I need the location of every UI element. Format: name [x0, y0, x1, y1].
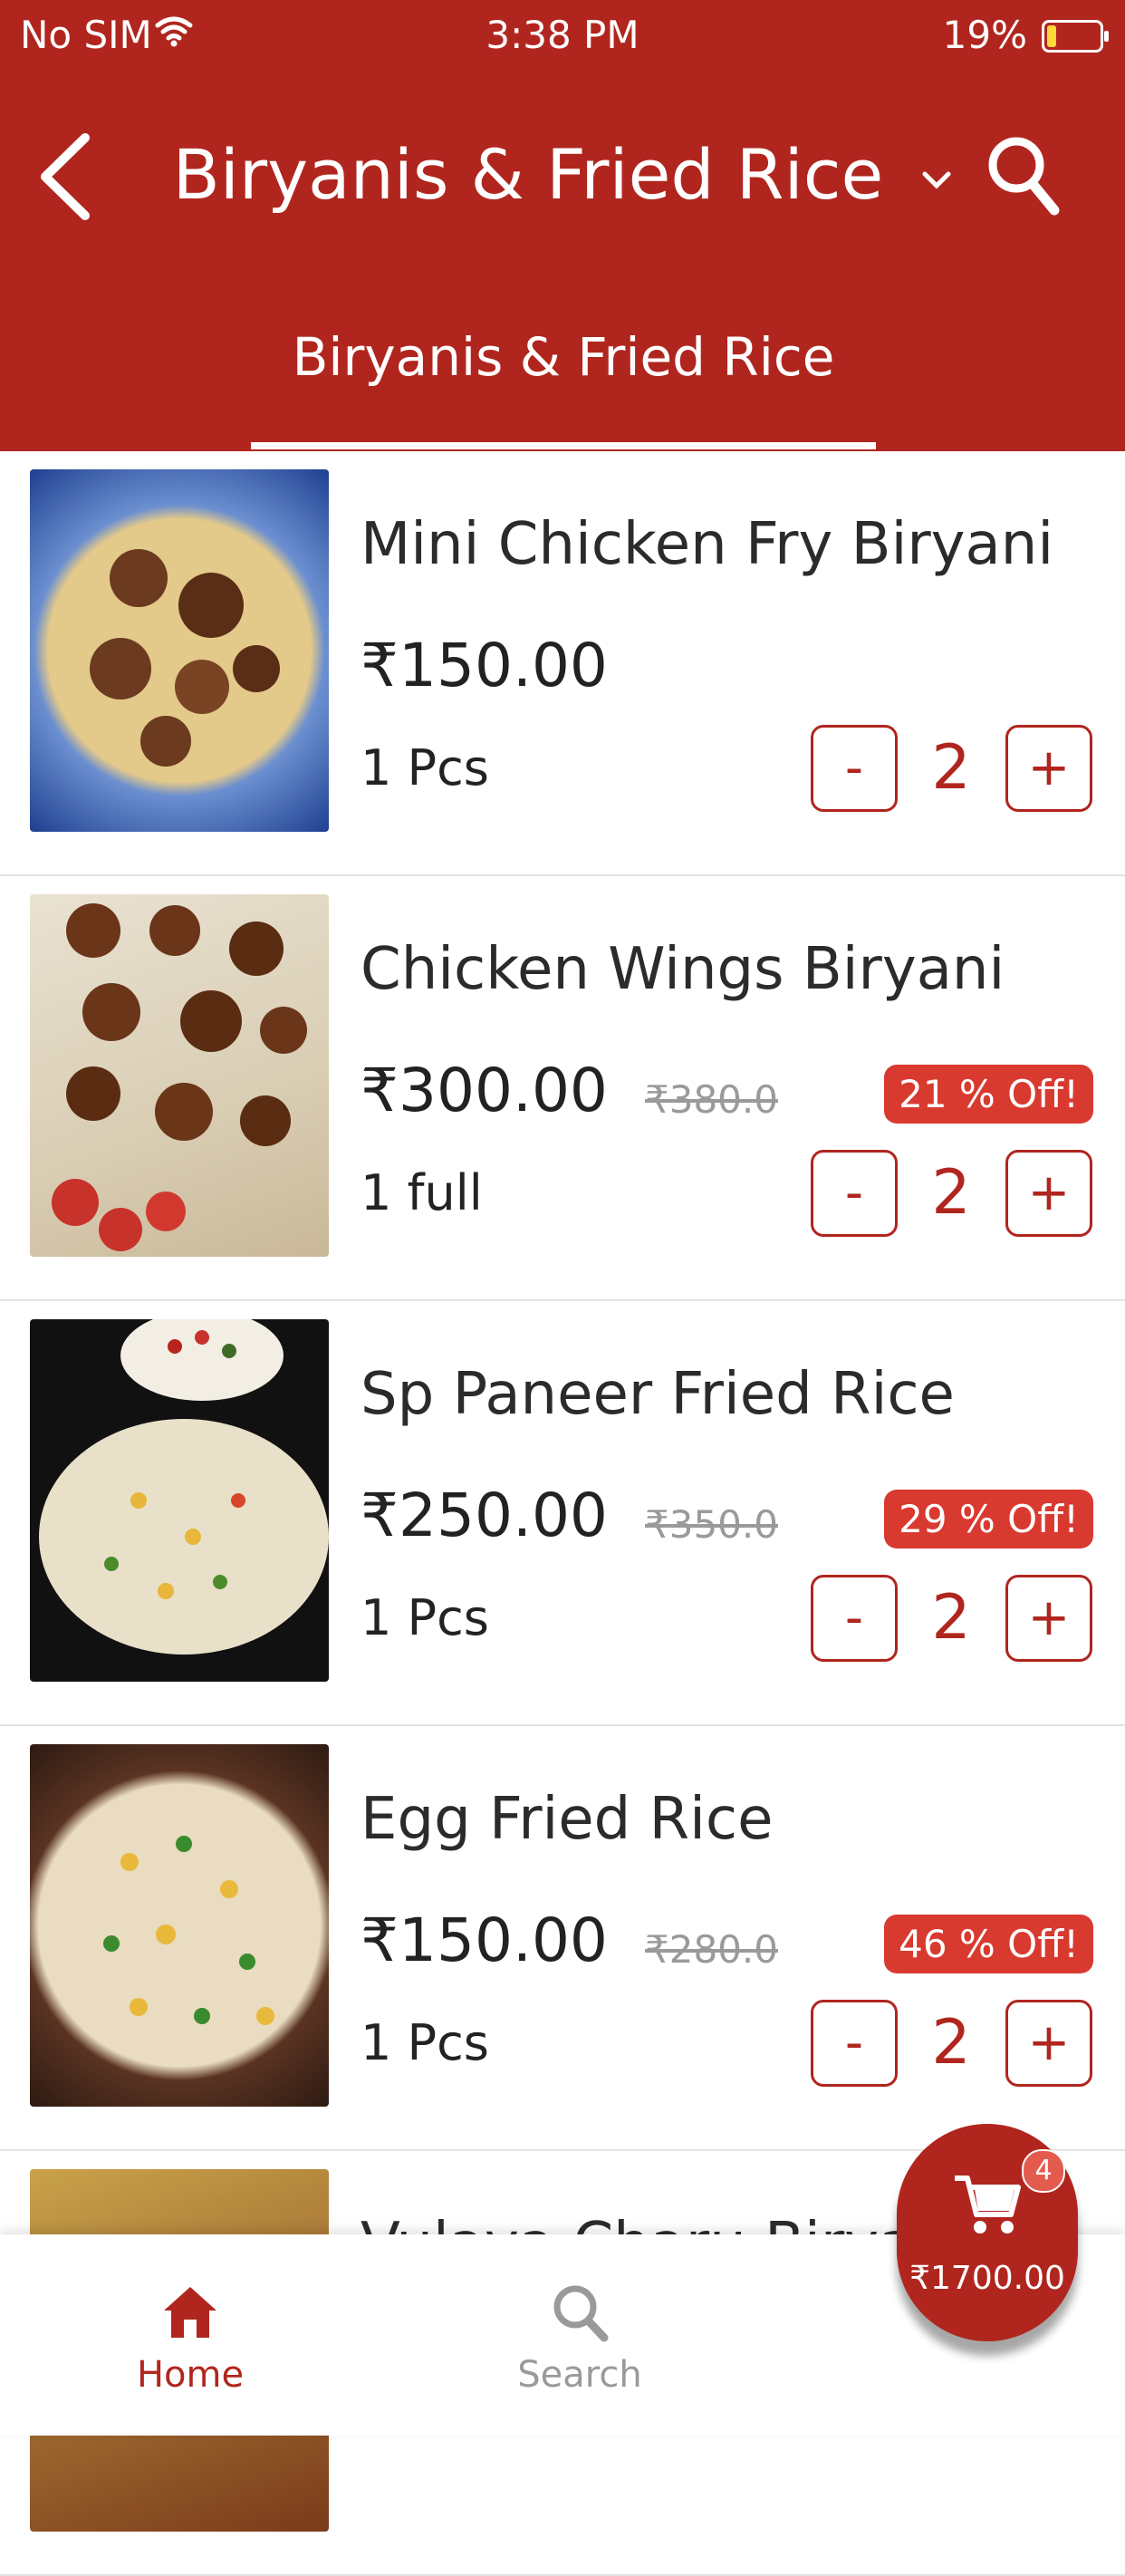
- tab-biryanis-fried-rice[interactable]: Biryanis & Fried Rice: [251, 326, 876, 388]
- battery-icon: [1042, 20, 1109, 53]
- tab-indicator: [251, 442, 876, 449]
- list-item[interactable]: Sp Paneer Fried Rice ₹250.00 ₹350.0 29 %…: [0, 1301, 1125, 1726]
- product-image: [30, 1744, 329, 2107]
- product-price: ₹300.00: [361, 1056, 608, 1125]
- increase-qty-button[interactable]: +: [1005, 1575, 1092, 1662]
- cart-icon: [955, 2176, 1021, 2233]
- original-price: ₹280.0: [645, 1927, 778, 1972]
- battery-percent: 19%: [942, 13, 1027, 57]
- tab-home-label: Home: [136, 2354, 245, 2396]
- list-item[interactable]: Mini Chicken Fry Biryani ₹150.00 1 Pcs -…: [0, 451, 1125, 876]
- product-price: ₹150.00: [361, 1905, 608, 1975]
- discount-badge: 46 % Off!: [884, 1915, 1093, 1973]
- product-image: [30, 469, 329, 832]
- search-icon[interactable]: [984, 130, 1062, 217]
- tab-home[interactable]: Home: [72, 2280, 308, 2396]
- status-bar: No SIM 3:38 PM 19%: [0, 13, 1125, 67]
- list-item[interactable]: Egg Fried Rice ₹150.00 ₹280.0 46 % Off! …: [0, 1726, 1125, 2151]
- decrease-qty-button[interactable]: -: [811, 1150, 898, 1237]
- quantity-value: 2: [931, 1157, 971, 1229]
- original-price: ₹350.0: [645, 1502, 778, 1547]
- chevron-down-icon: [922, 171, 951, 189]
- product-name: Chicken Wings Biryani: [361, 936, 1005, 1003]
- cart-total: ₹1700.00: [909, 2260, 1065, 2297]
- decrease-qty-button[interactable]: -: [811, 725, 898, 812]
- product-name: Sp Paneer Fried Rice: [361, 1361, 955, 1428]
- product-image: [30, 1319, 329, 1682]
- decrease-qty-button[interactable]: -: [811, 2000, 898, 2087]
- quantity-value: 2: [931, 1582, 971, 1654]
- product-unit: 1 Pcs: [361, 1589, 489, 1646]
- increase-qty-button[interactable]: +: [1005, 1150, 1092, 1237]
- cart-button[interactable]: 4 ₹1700.00: [897, 2124, 1078, 2341]
- product-unit: 1 full: [361, 1164, 483, 1221]
- list-item[interactable]: Chicken Wings Biryani ₹300.00 ₹380.0 21 …: [0, 876, 1125, 1301]
- category-dropdown[interactable]: Biryanis & Fried Rice: [0, 134, 1125, 215]
- product-unit: 1 Pcs: [361, 739, 489, 796]
- discount-badge: 21 % Off!: [884, 1065, 1093, 1124]
- increase-qty-button[interactable]: +: [1005, 725, 1092, 812]
- product-unit: 1 Pcs: [361, 2014, 489, 2071]
- increase-qty-button[interactable]: +: [1005, 2000, 1092, 2087]
- product-name: Mini Chicken Fry Biryani: [361, 511, 1054, 578]
- app-header: No SIM 3:38 PM 19% Biryanis & Fried Rice…: [0, 0, 1125, 451]
- product-name: Egg Fried Rice: [361, 1786, 774, 1853]
- product-price: ₹150.00: [361, 631, 608, 700]
- search-icon: [553, 2285, 609, 2342]
- quantity-value: 2: [931, 2007, 971, 2079]
- quantity-value: 2: [931, 732, 971, 804]
- home-icon: [164, 2287, 216, 2338]
- cart-count-badge: 4: [1022, 2149, 1065, 2193]
- product-price: ₹250.00: [361, 1481, 608, 1550]
- tab-search-label: Search: [517, 2354, 642, 2396]
- discount-badge: 29 % Off!: [884, 1490, 1093, 1548]
- product-image: [30, 894, 329, 1257]
- tab-search[interactable]: Search: [462, 2280, 697, 2396]
- decrease-qty-button[interactable]: -: [811, 1575, 898, 1662]
- page-title: Biryanis & Fried Rice: [172, 134, 884, 215]
- original-price: ₹380.0: [645, 1077, 778, 1122]
